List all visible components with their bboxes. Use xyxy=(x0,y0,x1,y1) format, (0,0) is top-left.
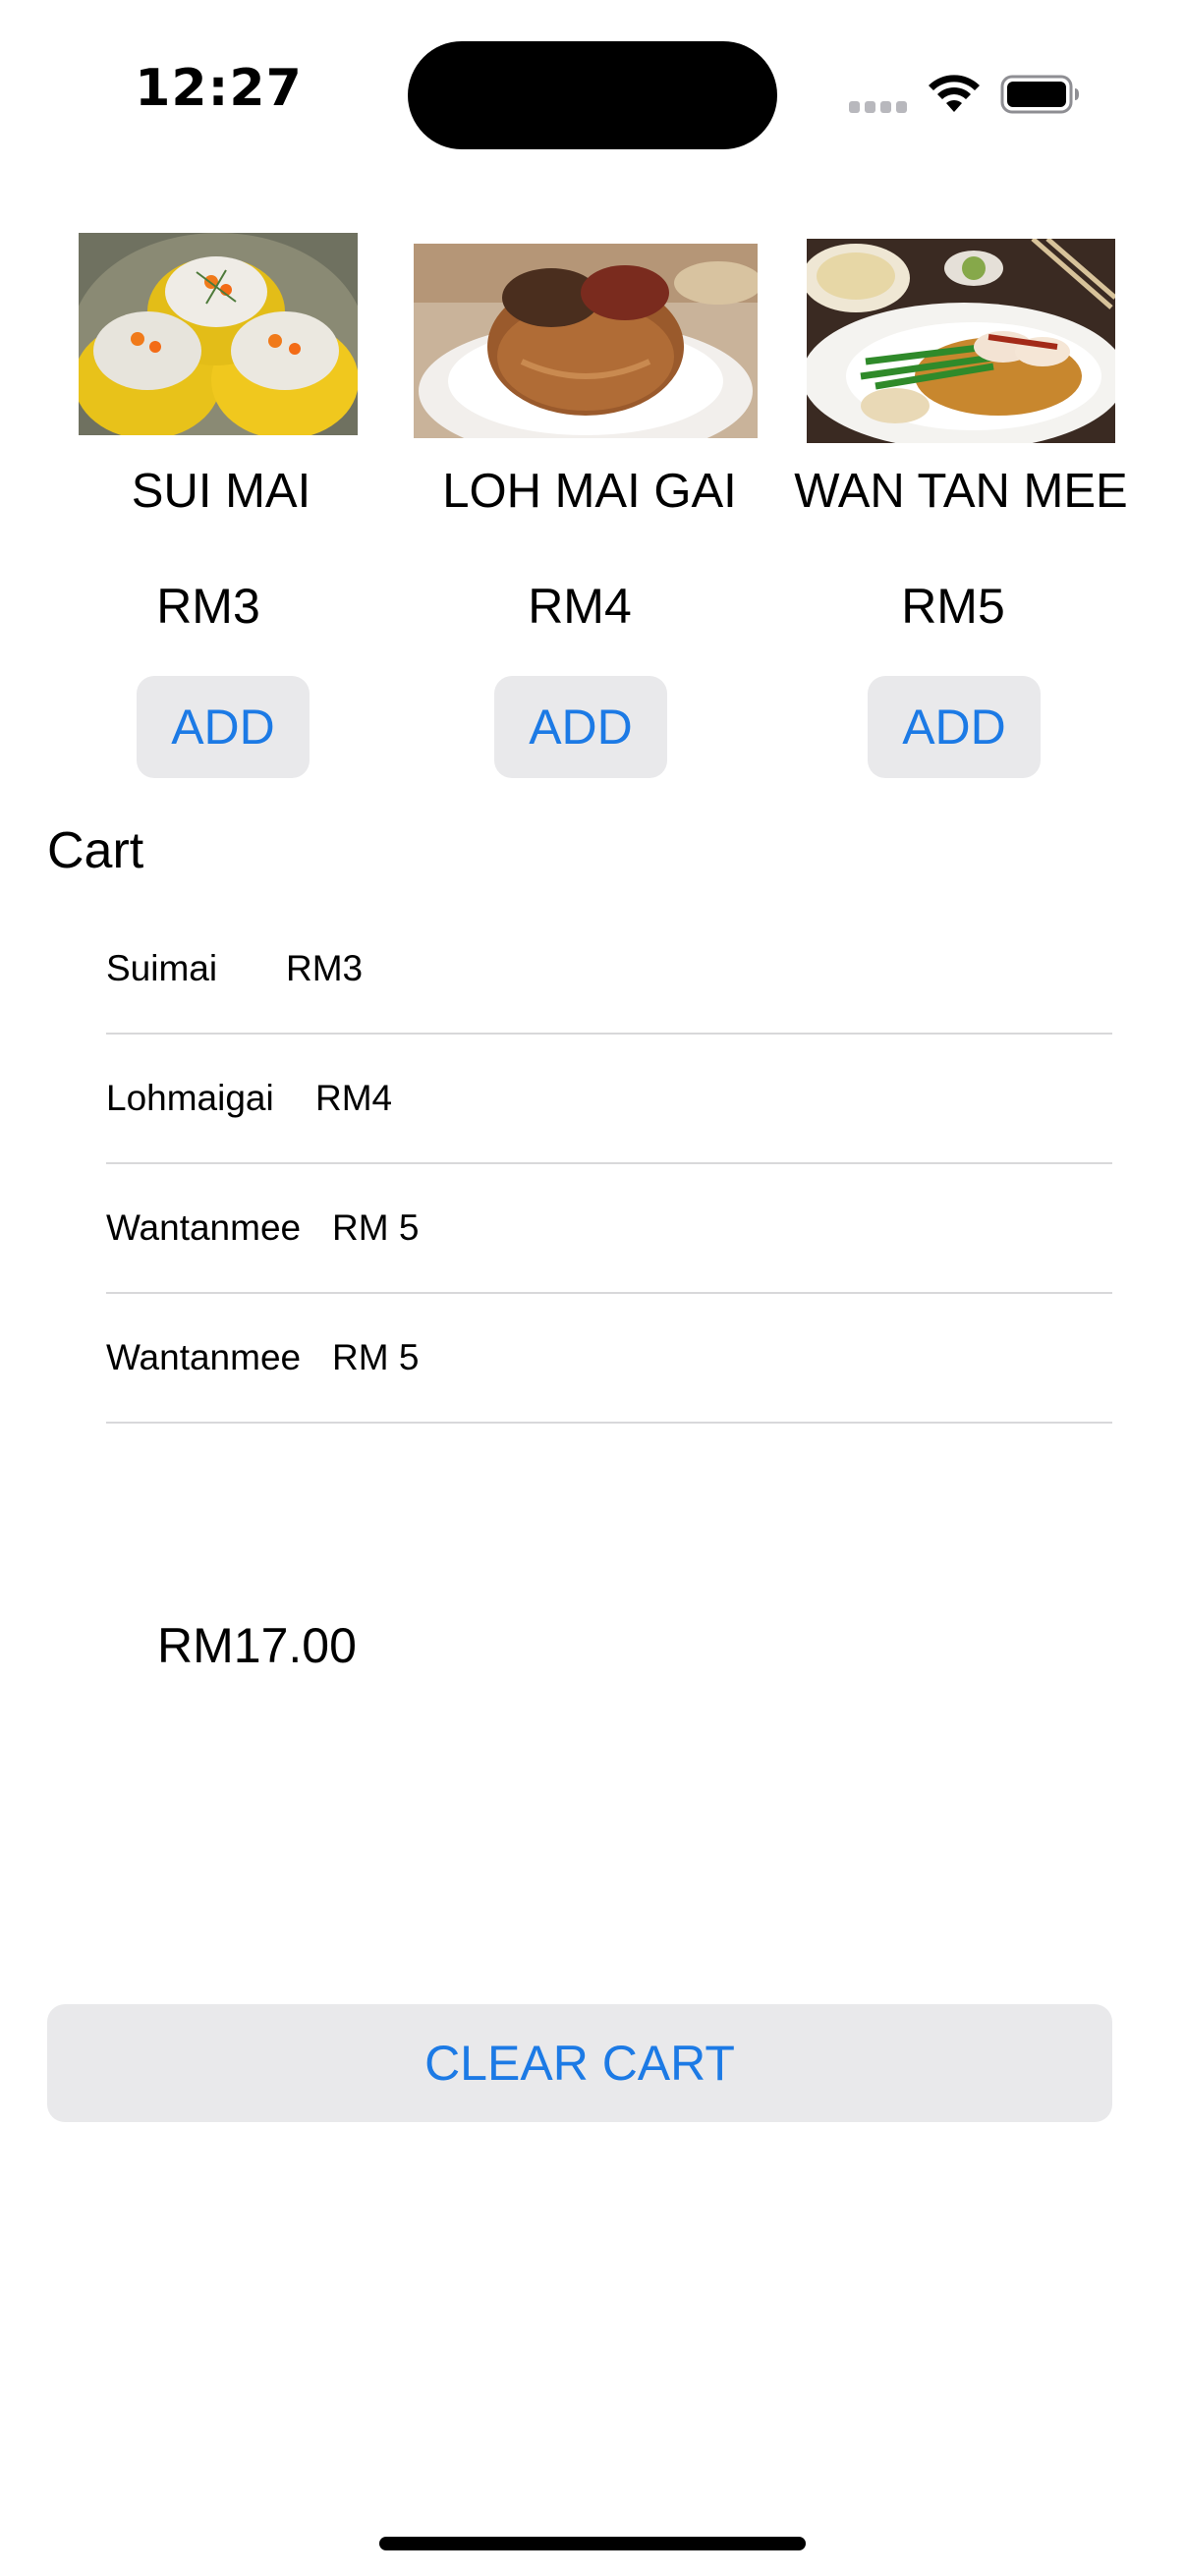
add-sui-mai-button[interactable]: ADD xyxy=(137,676,310,778)
cart-item-price: RM4 xyxy=(315,1078,393,1118)
cart-item: Lohmaigai RM4 xyxy=(106,1035,1112,1164)
add-loh-mai-gai-button[interactable]: ADD xyxy=(494,676,667,778)
product-price: RM5 xyxy=(901,579,1005,634)
product-grid: SUI MAI RM3 ADD LOH MAI GAI RM4 ADD WAN … xyxy=(0,0,1185,786)
cart-item: Wantanmee RM 5 xyxy=(106,1294,1112,1424)
cart-item-price: RM 5 xyxy=(332,1207,420,1248)
cart-total: RM17.00 xyxy=(157,1618,357,1673)
product-price: RM3 xyxy=(156,579,260,634)
cart-item-price: RM3 xyxy=(286,948,364,988)
clear-cart-button[interactable]: CLEAR CART xyxy=(47,2004,1112,2122)
cart-item-name: Suimai xyxy=(106,948,218,988)
cart-title: Cart xyxy=(47,822,144,879)
loh-mai-gai-image xyxy=(414,244,758,438)
cart-item-name: Wantanmee xyxy=(106,1337,302,1377)
wan-tan-mee-image xyxy=(807,239,1115,443)
cart-item: Wantanmee RM 5 xyxy=(106,1164,1112,1294)
cart-item: Suimai RM3 xyxy=(106,905,1112,1035)
product-name: SUI MAI xyxy=(131,465,311,518)
cart-item-price: RM 5 xyxy=(332,1337,420,1377)
cart-item-name: Lohmaigai xyxy=(106,1078,274,1118)
home-indicator[interactable] xyxy=(379,2537,806,2550)
product-price: RM4 xyxy=(528,579,632,634)
product-name: LOH MAI GAI xyxy=(442,465,737,518)
sui-mai-image xyxy=(79,233,358,435)
product-name: WAN TAN MEE xyxy=(794,465,1128,518)
add-wan-tan-mee-button[interactable]: ADD xyxy=(868,676,1041,778)
cart-item-name: Wantanmee xyxy=(106,1207,302,1248)
